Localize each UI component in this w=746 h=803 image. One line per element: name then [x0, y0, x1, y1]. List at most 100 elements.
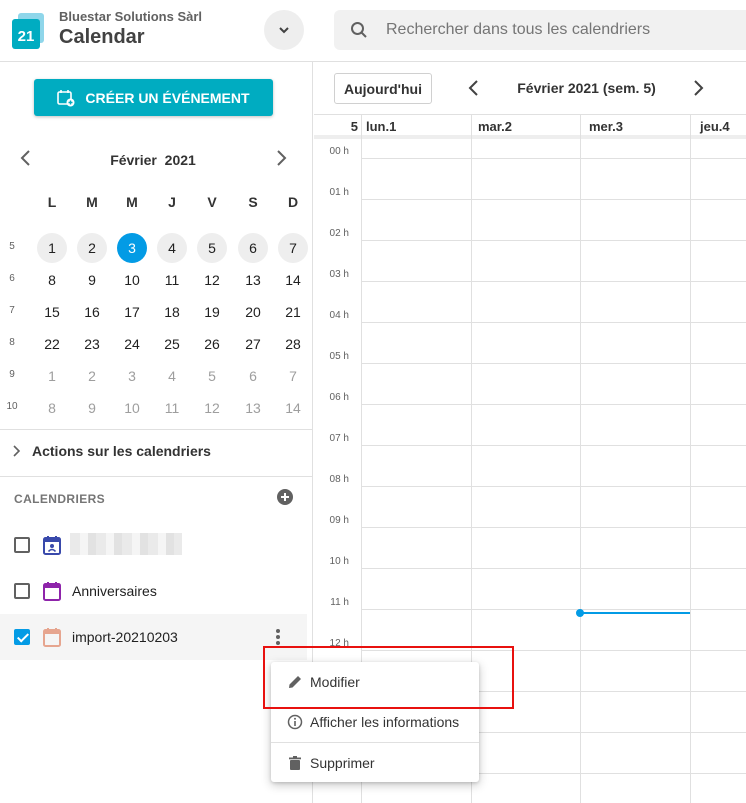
hour-label: 06 h	[329, 392, 349, 403]
hour-label: 11 h	[330, 597, 349, 608]
mini-day[interactable]: 17	[117, 297, 147, 327]
mini-day-next-month[interactable]: 12	[197, 393, 227, 423]
mini-day[interactable]: 1	[37, 233, 67, 263]
day-header[interactable]: lun.1	[366, 119, 396, 134]
mini-day[interactable]: 27	[238, 329, 268, 359]
mini-day-next-month[interactable]: 9	[77, 393, 107, 423]
account-menu-button[interactable]	[264, 10, 304, 50]
hour-label: 05 h	[329, 351, 349, 362]
previous-week-icon[interactable]	[464, 78, 484, 98]
add-event-icon	[57, 89, 75, 106]
mini-day[interactable]: 15	[37, 297, 67, 327]
mini-day-next-month[interactable]: 6	[238, 361, 268, 391]
mini-day[interactable]: 10	[117, 265, 147, 295]
calendar-checkbox[interactable]	[14, 583, 30, 599]
calendar-item-selected[interactable]: import-20210203	[0, 614, 307, 660]
menu-item-delete[interactable]: Supprimer	[271, 743, 479, 783]
day-header[interactable]: mar.2	[478, 119, 512, 134]
mini-day[interactable]: 19	[197, 297, 227, 327]
hour-label: 04 h	[329, 310, 349, 321]
mini-day[interactable]: 6	[238, 233, 268, 263]
hour-label: 08 h	[329, 474, 349, 485]
add-calendar-icon[interactable]	[277, 489, 293, 505]
mini-day[interactable]: 22	[37, 329, 67, 359]
calendar-item[interactable]	[0, 522, 307, 568]
menu-item-label: Afficher les informations	[310, 714, 460, 730]
chevron-down-icon	[279, 27, 289, 34]
create-event-button[interactable]: CRÉER UN ÉVÉNEMENT	[34, 79, 273, 116]
week-number[interactable]: 8	[0, 337, 24, 348]
calendar-name: Anniversaires	[72, 583, 157, 599]
day-header[interactable]: mer.3	[589, 119, 623, 134]
mini-day[interactable]: 20	[238, 297, 268, 327]
weekday-label: M	[126, 194, 138, 210]
today-button[interactable]: Aujourd'hui	[334, 73, 432, 104]
calendar-logo-icon[interactable]: 21	[12, 13, 46, 49]
divider	[0, 476, 313, 477]
hour-line	[361, 568, 746, 569]
mini-day[interactable]: 5	[197, 233, 227, 263]
mini-day-next-month[interactable]: 5	[197, 361, 227, 391]
mini-day-next-month[interactable]: 11	[157, 393, 187, 423]
hour-line	[361, 527, 746, 528]
app-header: 21 Bluestar Solutions Sàrl Calendar	[0, 0, 746, 62]
hour-line	[361, 281, 746, 282]
next-week-icon[interactable]	[688, 78, 708, 98]
mini-day[interactable]: 24	[117, 329, 147, 359]
mini-day-next-month[interactable]: 4	[157, 361, 187, 391]
calendar-actions-toggle[interactable]: Actions sur les calendriers	[12, 443, 211, 459]
mini-day-next-month[interactable]: 8	[37, 393, 67, 423]
mini-day-next-month[interactable]: 10	[117, 393, 147, 423]
hour-line	[361, 609, 746, 610]
mini-day-next-month[interactable]: 1	[37, 361, 67, 391]
mini-day[interactable]: 23	[77, 329, 107, 359]
hour-line	[361, 363, 746, 364]
mini-day[interactable]: 18	[157, 297, 187, 327]
hour-line	[361, 199, 746, 200]
mini-day[interactable]: 9	[77, 265, 107, 295]
weekday-label: L	[47, 194, 57, 210]
hour-line	[361, 158, 746, 159]
mini-day-today[interactable]: 3	[117, 233, 147, 263]
week-number[interactable]: 10	[0, 401, 24, 412]
info-icon	[287, 714, 303, 730]
more-options-icon[interactable]	[272, 627, 284, 647]
mini-day-next-month[interactable]: 7	[278, 361, 308, 391]
calendar-name: import-20210203	[72, 629, 178, 645]
mini-day[interactable]: 14	[278, 265, 308, 295]
search-icon	[351, 22, 367, 38]
mini-day[interactable]: 13	[238, 265, 268, 295]
week-number[interactable]: 7	[0, 305, 24, 316]
mini-day[interactable]: 28	[278, 329, 308, 359]
mini-day[interactable]: 25	[157, 329, 187, 359]
mini-day-next-month[interactable]: 2	[77, 361, 107, 391]
calendar-item[interactable]: Anniversaires	[0, 568, 307, 614]
week-number[interactable]: 6	[0, 273, 24, 284]
mini-day-next-month[interactable]: 14	[278, 393, 308, 423]
period-label: Février 2021 (sem. 5)	[517, 80, 656, 96]
mini-day-next-month[interactable]: 13	[238, 393, 268, 423]
day-header[interactable]: jeu.4	[700, 119, 730, 134]
mini-day[interactable]: 11	[157, 265, 187, 295]
search-bar[interactable]	[334, 10, 746, 50]
weekday-label: M	[86, 194, 98, 210]
mini-day[interactable]: 16	[77, 297, 107, 327]
mini-day-next-month[interactable]: 3	[117, 361, 147, 391]
mini-day[interactable]: 4	[157, 233, 187, 263]
hour-line	[361, 486, 746, 487]
week-number[interactable]: 9	[0, 369, 24, 380]
mini-day[interactable]: 8	[37, 265, 67, 295]
mini-day[interactable]: 7	[278, 233, 308, 263]
week-number[interactable]: 5	[0, 241, 24, 252]
calendar-checkbox-checked[interactable]	[14, 629, 30, 645]
mini-day[interactable]: 21	[278, 297, 308, 327]
hour-label: 09 h	[329, 515, 349, 526]
column-divider	[580, 115, 581, 140]
mini-day[interactable]: 12	[197, 265, 227, 295]
chevron-right-icon[interactable]	[271, 148, 291, 168]
mini-day[interactable]: 26	[197, 329, 227, 359]
calendar-checkbox[interactable]	[14, 537, 30, 553]
search-input[interactable]	[386, 10, 736, 50]
current-time-line	[580, 612, 690, 614]
mini-day[interactable]: 2	[77, 233, 107, 263]
